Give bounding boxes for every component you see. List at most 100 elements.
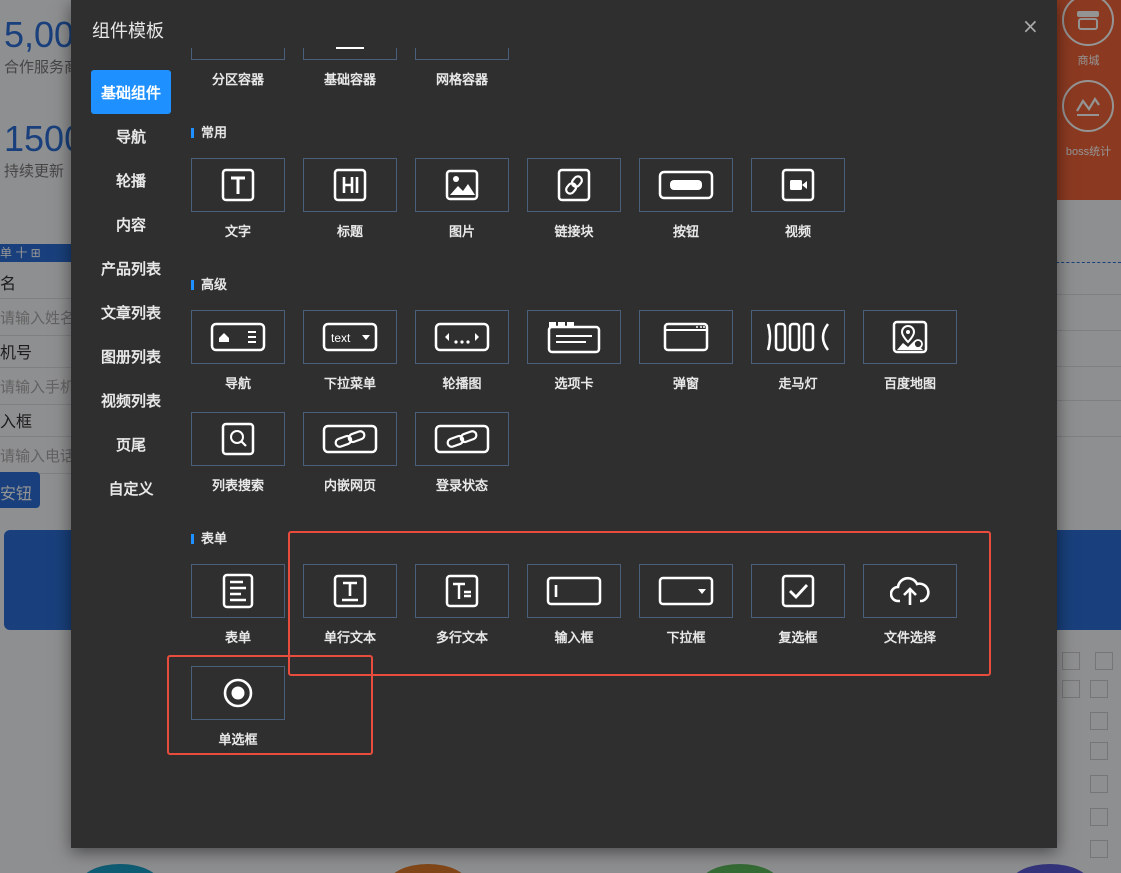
component-label: 走马灯 bbox=[778, 377, 818, 392]
sidebar-item-basic[interactable]: 基础组件 bbox=[91, 70, 171, 114]
component-input[interactable]: 输入框 bbox=[527, 564, 621, 646]
select-icon bbox=[658, 576, 714, 606]
checkbox-icon bbox=[781, 574, 815, 608]
component-tile bbox=[303, 158, 397, 212]
component-tile bbox=[303, 48, 397, 60]
component-label: 基础容器 bbox=[323, 73, 376, 88]
component-tile bbox=[191, 666, 285, 720]
component-image[interactable]: 图片 bbox=[415, 158, 509, 240]
popup-icon bbox=[663, 322, 709, 352]
component-label: 单选框 bbox=[218, 733, 258, 748]
single-line-text-icon bbox=[333, 574, 367, 608]
component-label: 弹窗 bbox=[672, 377, 699, 392]
dropdown-menu-icon: text bbox=[322, 322, 378, 352]
component-label: 多行文本 bbox=[435, 631, 488, 646]
component-nav[interactable]: 导航 bbox=[191, 310, 285, 392]
section-title-form: 表单 bbox=[191, 532, 227, 548]
multi-line-text-icon bbox=[445, 574, 479, 608]
container-icon bbox=[336, 47, 364, 49]
sidebar-item-custom[interactable]: 自定义 bbox=[91, 466, 171, 510]
tabs-icon bbox=[547, 322, 601, 354]
component-button[interactable]: 按钮 bbox=[639, 158, 733, 240]
sidebar-item-album-list[interactable]: 图册列表 bbox=[91, 334, 171, 378]
sidebar-item-nav[interactable]: 导航 bbox=[91, 114, 171, 158]
modal-title: 组件模板 bbox=[92, 21, 164, 42]
section-title-common: 常用 bbox=[191, 126, 227, 142]
component-popup[interactable]: 弹窗 bbox=[639, 310, 733, 392]
component-tile: text bbox=[303, 310, 397, 364]
component-multi-line-text[interactable]: 多行文本 bbox=[415, 564, 509, 646]
component-heading[interactable]: 标题 bbox=[303, 158, 397, 240]
component-label: 列表搜索 bbox=[211, 479, 264, 494]
component-marquee[interactable]: 走马灯 bbox=[751, 310, 845, 392]
component-tile bbox=[639, 310, 733, 364]
component-label: 复选框 bbox=[778, 631, 818, 646]
component-label: 文字 bbox=[224, 225, 251, 240]
component-tile bbox=[415, 564, 509, 618]
component-tile bbox=[191, 564, 285, 618]
component-label: 百度地图 bbox=[883, 377, 936, 392]
sidebar-item-carousel[interactable]: 轮播 bbox=[91, 158, 171, 202]
component-form[interactable]: 表单 bbox=[191, 564, 285, 646]
component-label: 链接块 bbox=[554, 225, 594, 240]
sidebar-item-video-list[interactable]: 视频列表 bbox=[91, 378, 171, 422]
component-dropdown-menu[interactable]: text 下拉菜单 bbox=[303, 310, 397, 392]
component-label: 单行文本 bbox=[323, 631, 376, 646]
sidebar-item-footer[interactable]: 页尾 bbox=[91, 422, 171, 466]
component-tabs[interactable]: 选项卡 bbox=[527, 310, 621, 392]
component-link-block[interactable]: 链接块 bbox=[527, 158, 621, 240]
component-tile bbox=[863, 310, 957, 364]
component-checkbox[interactable]: 复选框 bbox=[751, 564, 845, 646]
close-icon[interactable]: × bbox=[1022, 16, 1039, 36]
sidebar-item-article-list[interactable]: 文章列表 bbox=[91, 290, 171, 334]
component-tile bbox=[863, 564, 957, 618]
component-tile bbox=[415, 48, 509, 60]
component-login-status[interactable]: 登录状态 bbox=[415, 412, 509, 494]
carousel-icon bbox=[434, 322, 490, 352]
component-label: 文件选择 bbox=[883, 631, 936, 646]
component-radio[interactable]: 单选框 bbox=[191, 666, 285, 748]
component-tile bbox=[639, 564, 733, 618]
component-grid-container[interactable]: 网格容器 bbox=[415, 0, 509, 90]
component-carousel[interactable]: 轮播图 bbox=[415, 310, 509, 392]
radio-icon bbox=[223, 678, 253, 708]
button-icon bbox=[658, 170, 714, 200]
component-baidu-map[interactable]: 百度地图 bbox=[863, 310, 957, 392]
component-label: 输入框 bbox=[554, 631, 594, 646]
component-label: 下拉框 bbox=[666, 631, 706, 646]
component-tile bbox=[415, 412, 509, 466]
component-list-search[interactable]: 列表搜索 bbox=[191, 412, 285, 494]
component-label: 导航 bbox=[224, 377, 251, 392]
text-icon bbox=[221, 168, 255, 202]
component-label: 标题 bbox=[336, 225, 363, 240]
component-file-upload[interactable]: 文件选择 bbox=[863, 564, 957, 646]
iframe-icon bbox=[322, 424, 378, 454]
component-label: 选项卡 bbox=[554, 377, 594, 392]
component-tile bbox=[191, 158, 285, 212]
sidebar-item-content[interactable]: 内容 bbox=[91, 202, 171, 246]
component-single-line-text[interactable]: 单行文本 bbox=[303, 564, 397, 646]
component-template-modal: 组件模板 × 基础组件 导航 轮播 内容 产品列表 文章列表 图册列表 视频列表… bbox=[71, 0, 1057, 848]
map-icon bbox=[892, 320, 928, 354]
component-tile bbox=[303, 412, 397, 466]
component-tile bbox=[415, 158, 509, 212]
component-tile bbox=[191, 310, 285, 364]
component-label: 按钮 bbox=[672, 225, 699, 240]
sidebar-item-product-list[interactable]: 产品列表 bbox=[91, 246, 171, 290]
file-upload-icon bbox=[890, 576, 930, 605]
component-iframe[interactable]: 内嵌网页 bbox=[303, 412, 397, 494]
component-basic-container[interactable]: 基础容器 bbox=[303, 0, 397, 90]
component-video[interactable]: 视频 bbox=[751, 158, 845, 240]
component-text[interactable]: 文字 bbox=[191, 158, 285, 240]
component-tile bbox=[527, 564, 621, 618]
component-tile bbox=[191, 412, 285, 466]
component-tile bbox=[527, 310, 621, 364]
component-tile bbox=[191, 48, 285, 60]
component-label: 分区容器 bbox=[211, 73, 264, 88]
component-section-container[interactable]: 分区容器 bbox=[191, 0, 285, 90]
list-search-icon bbox=[221, 422, 255, 456]
component-select[interactable]: 下拉框 bbox=[639, 564, 733, 646]
video-icon bbox=[781, 168, 815, 202]
component-label: 下拉菜单 bbox=[323, 377, 376, 392]
component-tile bbox=[751, 564, 845, 618]
